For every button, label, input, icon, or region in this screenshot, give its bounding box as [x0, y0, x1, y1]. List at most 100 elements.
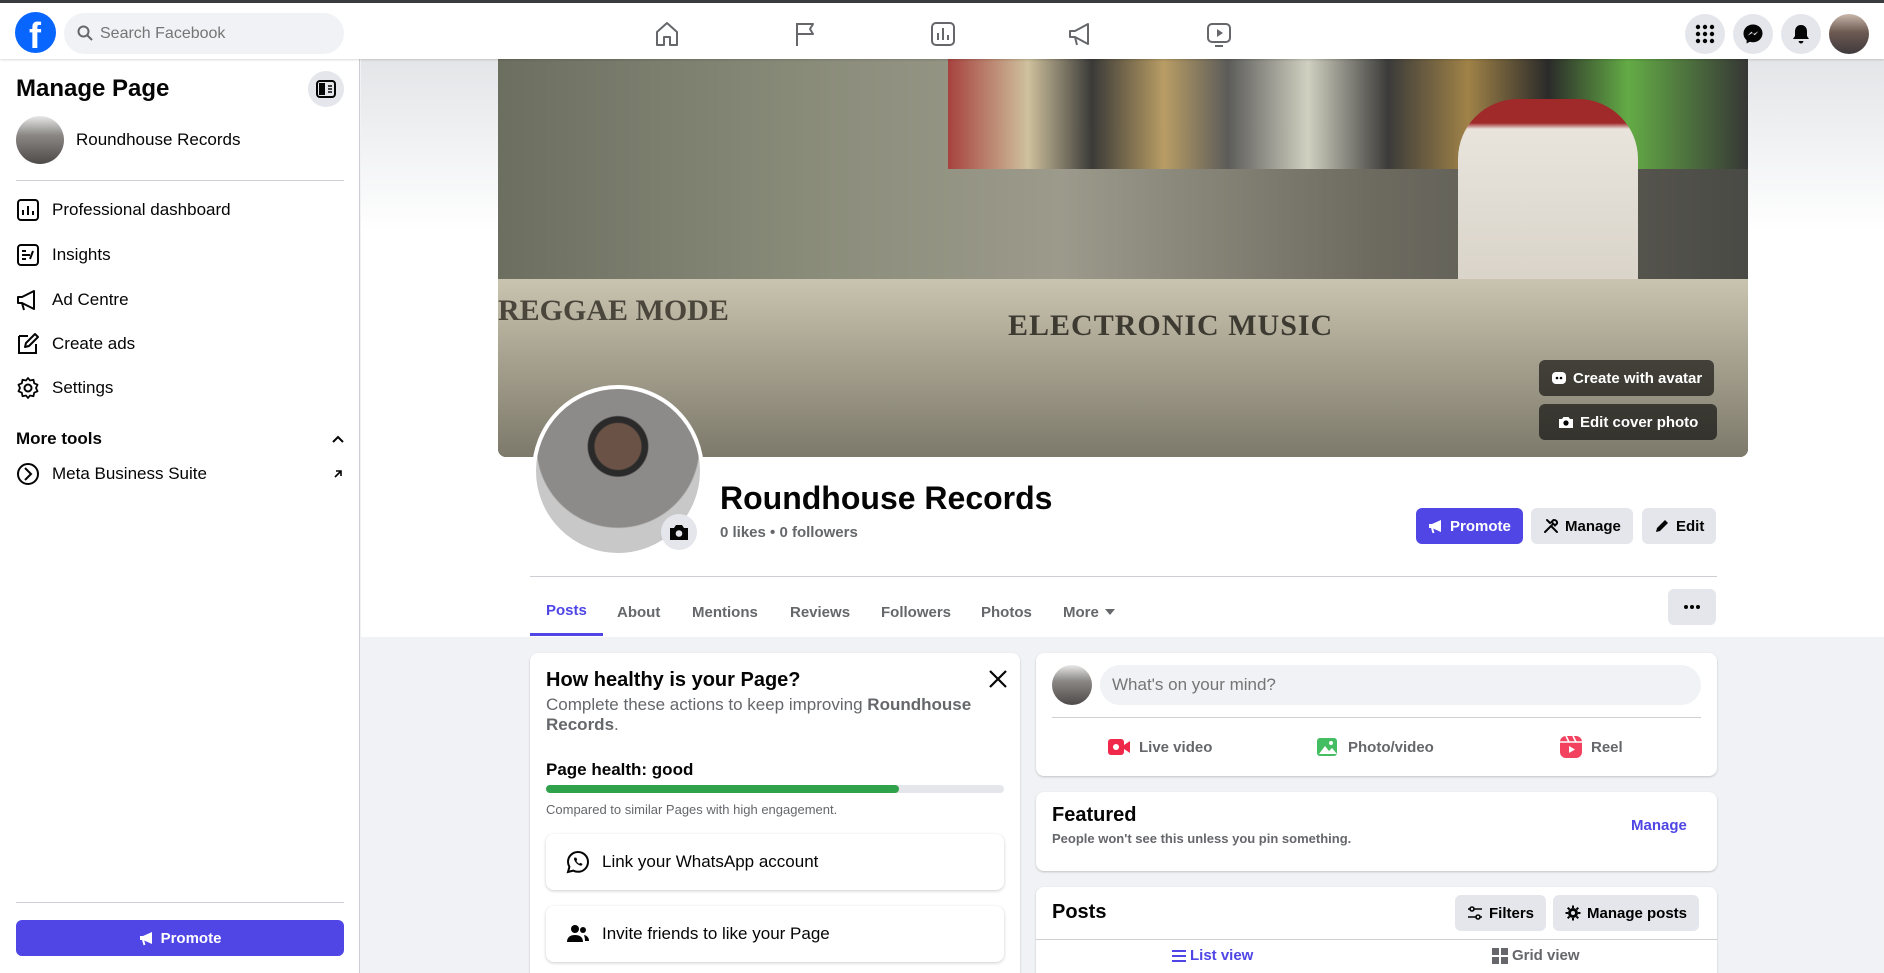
- manage-posts-label: Manage posts: [1587, 904, 1688, 922]
- grid-icon: [1492, 947, 1508, 964]
- sidebar-item-professional-dashboard[interactable]: Professional dashboard: [16, 190, 344, 230]
- posts-card: Posts Filters Manage posts List view Gri…: [1036, 887, 1717, 973]
- tabs-divider: [530, 576, 1717, 577]
- page-health-description-end: .: [614, 715, 619, 734]
- account-avatar[interactable]: [1829, 14, 1869, 54]
- create-with-avatar-label: Create with avatar: [1573, 369, 1703, 387]
- page-health-progress-bar: [546, 785, 1004, 793]
- tab-more-label: More: [1063, 603, 1099, 621]
- grid-view-tab[interactable]: Grid view: [1492, 947, 1580, 964]
- page-health-title: How healthy is your Page?: [546, 669, 801, 691]
- tools-icon: [1544, 519, 1559, 533]
- invite-friends-label: Invite friends to like your Page: [602, 924, 830, 943]
- messenger-icon: [1743, 24, 1763, 44]
- sidebar-item-ad-centre[interactable]: Ad Centre: [16, 280, 344, 320]
- whatsapp-icon: [566, 850, 590, 874]
- tab-more[interactable]: More: [1063, 588, 1115, 636]
- edit-button[interactable]: Edit: [1642, 508, 1717, 544]
- photo-video-button[interactable]: Photo/video: [1316, 731, 1434, 763]
- page-health-description-text: Complete these actions to keep improving: [546, 695, 868, 714]
- top-navigation-bar: f: [0, 0, 1884, 59]
- post-composer-card: Live video Photo/video Reel: [1036, 653, 1717, 776]
- search-box[interactable]: [64, 13, 344, 54]
- filters-button[interactable]: Filters: [1455, 895, 1547, 931]
- list-view-label: List view: [1190, 947, 1254, 964]
- notifications-button[interactable]: [1781, 14, 1821, 54]
- sidebar-item-create-ads[interactable]: Create ads: [16, 324, 344, 364]
- sidebar-item-label: Settings: [52, 378, 114, 397]
- sidebar-page-selector[interactable]: Roundhouse Records: [16, 116, 240, 164]
- search-input[interactable]: [100, 13, 330, 54]
- create-with-avatar-button[interactable]: Create with avatar: [1539, 360, 1715, 396]
- list-view-tab[interactable]: List view: [1172, 947, 1253, 964]
- more-tools-section-header[interactable]: More tools: [16, 424, 344, 454]
- flag-icon[interactable]: [790, 19, 820, 49]
- page-health-progress-fill: [546, 785, 899, 793]
- manage-page-sidebar: Manage Page Roundhouse Records Professio…: [0, 59, 360, 973]
- friends-icon: [567, 925, 589, 942]
- page-health-note: Compared to similar Pages with high enga…: [546, 802, 838, 817]
- facebook-logo-letter: f: [29, 15, 41, 56]
- more-options-button[interactable]: [1668, 589, 1716, 625]
- update-profile-picture-button[interactable]: [661, 514, 697, 550]
- megaphone-icon: [17, 290, 35, 311]
- megaphone-icon[interactable]: [1066, 19, 1096, 49]
- edit-cover-photo-label: Edit cover photo: [1580, 413, 1699, 431]
- sidebar-item-meta-business-suite[interactable]: Meta Business Suite: [16, 454, 344, 494]
- cover-bin-label: ELECTRONIC MUSIC: [1008, 309, 1334, 342]
- featured-card: Featured People won't see this unless yo…: [1036, 792, 1717, 871]
- list-icon: [1172, 949, 1186, 962]
- sidebar-toggle-button[interactable]: [308, 71, 344, 107]
- link-whatsapp-action[interactable]: Link your WhatsApp account: [546, 834, 1004, 890]
- edit-icon: [18, 333, 39, 354]
- manage-posts-button[interactable]: Manage posts: [1553, 895, 1700, 931]
- composer-divider: [1052, 717, 1701, 718]
- whats-on-your-mind-input[interactable]: [1100, 665, 1701, 705]
- tab-mentions[interactable]: Mentions: [692, 588, 758, 636]
- insights-icon[interactable]: [928, 19, 958, 49]
- edit-label: Edit: [1676, 517, 1705, 535]
- pencil-icon: [1656, 520, 1668, 532]
- photo-video-label: Photo/video: [1348, 738, 1434, 756]
- live-video-button[interactable]: Live video: [1107, 731, 1212, 763]
- filters-icon: [1468, 906, 1482, 920]
- tab-posts[interactable]: Posts: [530, 588, 603, 636]
- sidebar-item-insights[interactable]: Insights: [16, 235, 344, 275]
- sidebar-title: Manage Page: [16, 75, 170, 102]
- camera-icon: [670, 525, 688, 540]
- camera-icon: [1559, 417, 1573, 428]
- sidebar-divider: [16, 902, 344, 903]
- insights-icon: [17, 244, 39, 266]
- sidebar-item-label: Insights: [52, 245, 111, 264]
- chevron-up-icon: [332, 435, 344, 443]
- page-stats[interactable]: 0 likes • 0 followers: [720, 524, 858, 541]
- tab-reviews[interactable]: Reviews: [790, 588, 850, 636]
- featured-title: Featured: [1052, 804, 1137, 826]
- posts-title: Posts: [1052, 901, 1107, 923]
- tab-followers[interactable]: Followers: [881, 588, 951, 636]
- video-icon[interactable]: [1204, 19, 1234, 49]
- close-icon[interactable]: [986, 667, 1010, 691]
- messenger-button[interactable]: [1733, 14, 1773, 54]
- featured-manage-link[interactable]: Manage: [1631, 817, 1687, 834]
- sidebar-item-label: Meta Business Suite: [52, 464, 207, 483]
- invite-friends-action[interactable]: Invite friends to like your Page: [546, 906, 1004, 962]
- edit-cover-photo-button[interactable]: Edit cover photo: [1539, 404, 1718, 440]
- sidebar-item-label: Ad Centre: [52, 290, 129, 309]
- reel-button[interactable]: Reel: [1559, 731, 1623, 763]
- external-link-icon: [334, 470, 342, 478]
- tab-photos[interactable]: Photos: [981, 588, 1032, 636]
- home-icon[interactable]: [652, 19, 682, 49]
- search-icon: [77, 25, 93, 41]
- tab-about[interactable]: About: [617, 588, 660, 636]
- page-health-description: Complete these actions to keep improving…: [546, 695, 986, 735]
- ellipsis-icon: [1684, 605, 1700, 609]
- facebook-logo[interactable]: f: [15, 12, 56, 56]
- promote-button[interactable]: Promote: [1416, 508, 1523, 544]
- megaphone-icon: [1429, 520, 1441, 534]
- gear-icon: [1565, 905, 1581, 921]
- sidebar-promote-button[interactable]: Promote: [16, 920, 344, 956]
- sidebar-item-settings[interactable]: Settings: [16, 368, 344, 408]
- manage-button[interactable]: Manage: [1531, 508, 1633, 544]
- menu-grid-button[interactable]: [1685, 14, 1725, 54]
